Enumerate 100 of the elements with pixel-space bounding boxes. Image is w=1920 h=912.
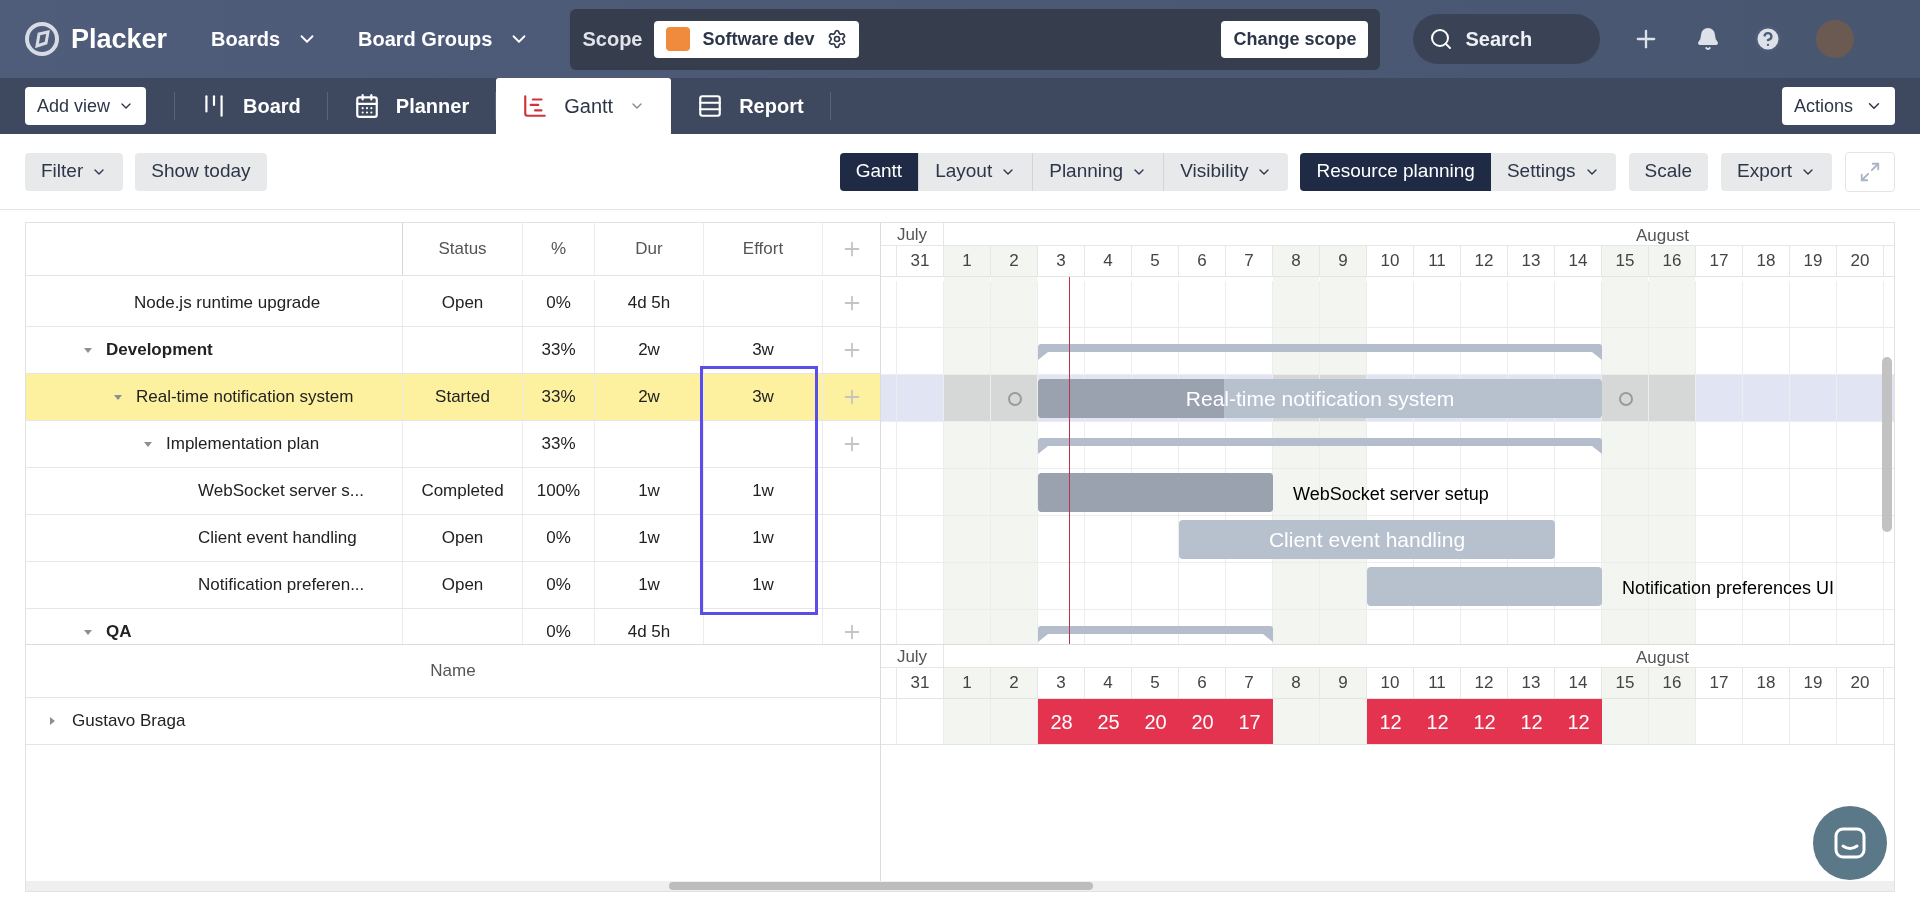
day-cell: 3 (1038, 668, 1085, 698)
task-name: Node.js runtime upgrade (134, 292, 321, 315)
percent-text: 0% (546, 527, 571, 550)
task-row[interactable]: Real-time notification system Started 33% 2w 3w (26, 374, 880, 421)
day-cell: 15 (1602, 246, 1649, 276)
task-bar[interactable] (1038, 473, 1273, 512)
task-bar[interactable] (1367, 567, 1602, 606)
mode-button[interactable]: Resource planning (1300, 152, 1491, 191)
rows-icon (697, 93, 724, 119)
status-text: Started (435, 386, 490, 409)
toolbar-button[interactable]: Export (1721, 152, 1832, 191)
column-header[interactable]: Name (430, 658, 476, 684)
bar-label: Notification preferences UI (1622, 577, 1835, 600)
actions-button[interactable]: Actions (1781, 87, 1895, 125)
day-cell: 13 (1508, 668, 1555, 698)
task-row[interactable]: QA 0% 4d 5h (26, 609, 880, 644)
day-cell: 10 (1367, 668, 1414, 698)
percent-text: 33% (541, 339, 576, 362)
gantt-chart-icon (522, 93, 549, 119)
task-row[interactable]: Implementation plan 33% (26, 421, 880, 468)
day-cell: 2 (991, 668, 1038, 698)
weekend-column (944, 699, 990, 744)
percent-text: 33% (541, 386, 576, 409)
load-cell: 12 (1555, 699, 1602, 744)
column-header[interactable]: Dur (595, 223, 704, 275)
column-header[interactable]: % (523, 223, 595, 275)
view-tab[interactable]: Report (671, 78, 830, 134)
summary-bar[interactable] (1038, 344, 1602, 360)
search-input[interactable]: Search (1465, 24, 1576, 54)
toolbar-button[interactable]: Show today (135, 152, 267, 191)
scope-chip[interactable]: Software dev (654, 20, 859, 58)
day-cell: 12 (1461, 668, 1508, 698)
duration-text: 1w (638, 527, 660, 550)
day-cell: 10 (1367, 246, 1414, 276)
board-color-icon (666, 27, 691, 51)
column-header[interactable]: Status (403, 223, 523, 275)
month-label: August (1636, 226, 1689, 245)
nav-menu[interactable]: Boards (211, 24, 318, 54)
day-cell: 9 (1320, 246, 1367, 276)
view-tab[interactable]: Gantt (496, 78, 672, 134)
avatar[interactable] (1816, 20, 1855, 58)
mode-button[interactable]: Visibility (1164, 152, 1289, 191)
duration-text: 2w (638, 386, 660, 409)
logo-icon (25, 22, 59, 56)
weekend-column (1602, 699, 1648, 744)
add-view-button[interactable]: Add view (25, 87, 147, 125)
task-row[interactable]: Client event handling Open 0% 1w 1w (26, 515, 880, 562)
percent-text: 0% (546, 574, 571, 597)
summary-bar[interactable] (1038, 626, 1273, 642)
fullscreen-button[interactable] (1845, 151, 1895, 192)
task-name: WebSocket server s... (198, 480, 364, 503)
view-tab[interactable]: Planner (327, 78, 496, 134)
weekend-column (1649, 699, 1695, 744)
load-cell: 20 (1179, 699, 1226, 744)
toolbar-button[interactable]: Filter (25, 152, 124, 191)
load-cell: 12 (1414, 699, 1461, 744)
summary-bar[interactable] (1038, 438, 1602, 454)
duration-text: 1w (638, 574, 660, 597)
status-text: Open (441, 292, 484, 315)
effort-text: 1w (752, 480, 774, 503)
bar-label: WebSocket server setup (1293, 483, 1489, 506)
day-cell: 1 (944, 246, 991, 276)
task-name: Real-time notification system (136, 386, 354, 409)
load-cell: 28 (1038, 699, 1085, 744)
day-cell: 4 (1085, 668, 1132, 698)
weekend-column (1320, 699, 1366, 744)
vertical-scrollbar[interactable] (1882, 357, 1892, 532)
dependency-handle[interactable] (1618, 392, 1633, 406)
mode-button[interactable]: Settings (1490, 152, 1616, 191)
status-text: Completed (421, 480, 504, 503)
search-icon (1429, 27, 1454, 51)
effort-text: 3w (752, 386, 774, 409)
bar-label: Client event handling (1268, 526, 1466, 553)
task-row[interactable]: Notification preferen... Open 0% 1w 1w (26, 562, 880, 609)
notifications-icon[interactable] (1696, 27, 1721, 51)
view-tab[interactable]: Board (175, 78, 327, 134)
mode-button[interactable]: Gantt (839, 152, 919, 191)
load-cell: 12 (1367, 699, 1414, 744)
horizontal-scrollbar[interactable] (26, 881, 1894, 891)
day-cell: 13 (1508, 246, 1555, 276)
search-field[interactable]: Search (1413, 14, 1601, 64)
task-name: Client event handling (198, 527, 357, 550)
load-cell: 12 (1461, 699, 1508, 744)
nav-menu[interactable]: Board Groups (358, 24, 531, 54)
column-header[interactable]: Effort (704, 223, 823, 275)
weekend-column (1273, 699, 1319, 744)
load-cell: 25 (1085, 699, 1132, 744)
settings-icon (826, 29, 847, 49)
task-row[interactable]: WebSocket server s... Completed 100% 1w 1w (26, 468, 880, 515)
toolbar-button[interactable]: Scale (1628, 152, 1709, 191)
task-row[interactable]: Node.js runtime upgrade Open 0% 4d 5h (26, 280, 880, 327)
change-scope-button[interactable]: Change scope (1221, 20, 1369, 58)
mode-button[interactable]: Layout (919, 152, 1033, 191)
day-cell: 18 (1743, 668, 1790, 698)
task-name: Development (106, 339, 213, 362)
help-icon[interactable] (1754, 25, 1783, 53)
mode-button[interactable]: Planning (1033, 152, 1164, 191)
day-cell: 8 (1273, 668, 1320, 698)
dependency-handle[interactable] (1007, 392, 1022, 406)
day-cell: 20 (1837, 246, 1884, 276)
